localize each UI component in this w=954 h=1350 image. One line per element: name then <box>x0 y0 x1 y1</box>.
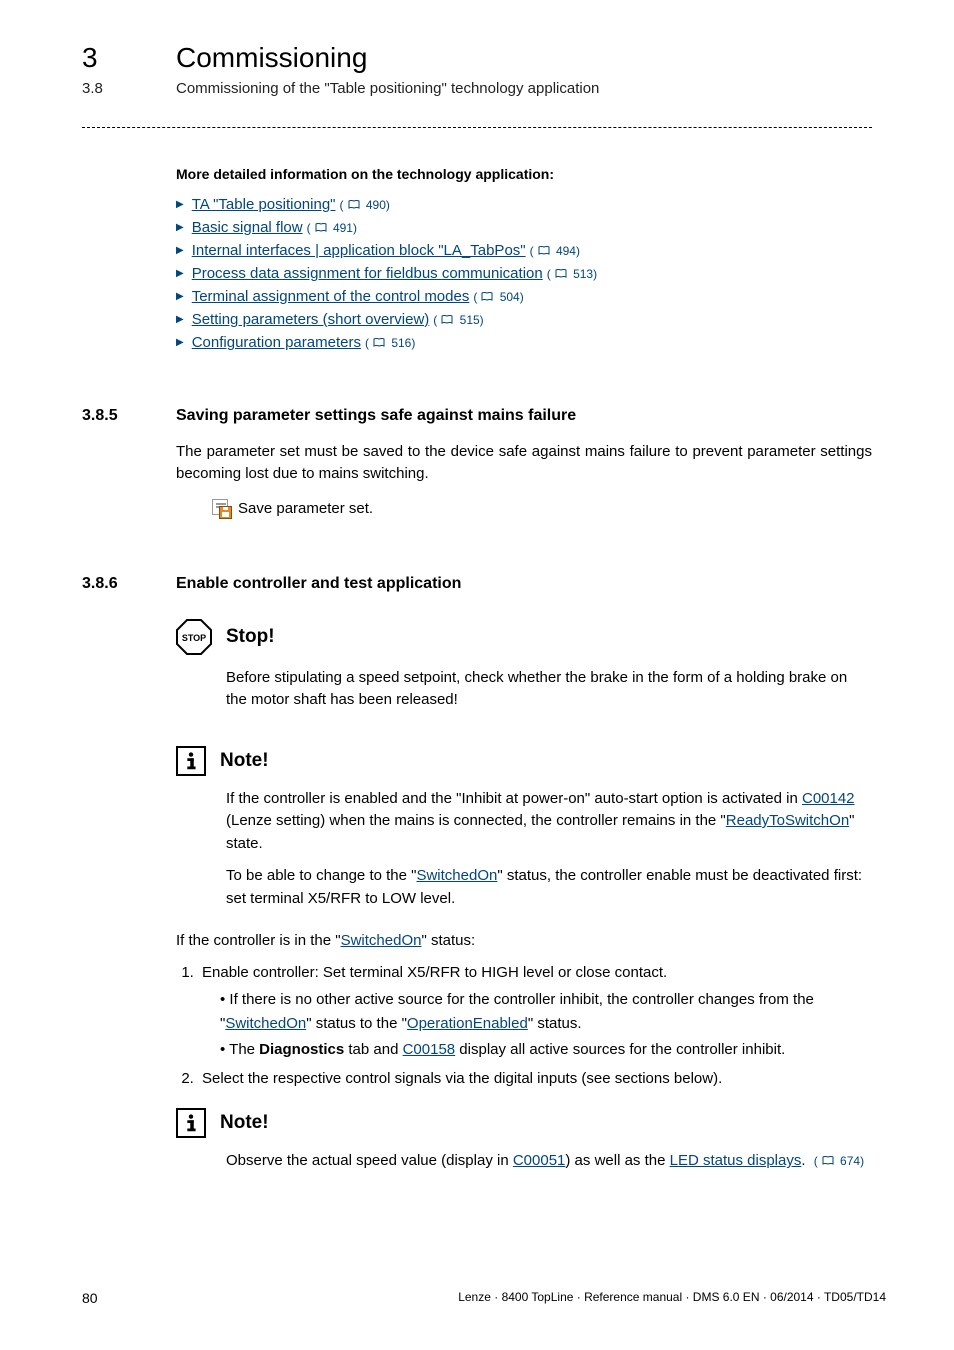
section-386-heading: 3.8.6 Enable controller and test applica… <box>82 575 872 593</box>
info-icon <box>176 746 206 776</box>
intro-heading: More detailed information on the technol… <box>176 166 872 182</box>
reference-link-item: ▶ Internal interfaces | application block… <box>176 242 872 259</box>
reference-link[interactable]: Process data assignment for fieldbus com… <box>192 265 543 282</box>
stop-callout: STOP Stop! Before stipulating a speed se… <box>176 619 872 712</box>
reference-link[interactable]: Terminal assignment of the control modes <box>192 288 470 305</box>
note2-title: Note! <box>220 1112 269 1134</box>
note1-title: Note! <box>220 750 269 772</box>
reference-link[interactable]: TA "Table positioning" <box>192 196 336 213</box>
book-icon <box>373 337 385 347</box>
reference-link-item: ▶ Setting parameters (short overview) ( 5… <box>176 311 872 328</box>
reference-link-item: ▶ Basic signal flow ( 491) <box>176 219 872 236</box>
reference-link-item: ▶ TA "Table positioning" ( 490) <box>176 196 872 213</box>
note1-paragraph2: To be able to change to the "SwitchedOn"… <box>226 865 872 910</box>
reference-link[interactable]: Setting parameters (short overview) <box>192 311 430 328</box>
note1-callout: Note! If the controller is enabled and t… <box>176 746 872 911</box>
book-icon <box>481 291 493 301</box>
step-1-bullet-2: The Diagnostics tab and C00158 display a… <box>220 1038 872 1061</box>
triangle-icon: ▶ <box>176 268 184 279</box>
save-icon <box>212 499 232 519</box>
book-icon <box>441 314 453 324</box>
divider <box>82 127 872 128</box>
page-reference: ( 516) <box>365 336 415 350</box>
section-385-title: Saving parameter settings safe against m… <box>176 407 576 425</box>
book-icon <box>348 199 360 209</box>
book-icon <box>315 222 327 232</box>
reference-link-item: ▶ Process data assignment for fieldbus co… <box>176 265 872 282</box>
page-reference: ( 515) <box>433 313 483 327</box>
chapter-heading: 3 Commissioning <box>82 42 872 74</box>
stop-title: Stop! <box>226 626 275 648</box>
book-icon <box>538 245 550 255</box>
status-line: If the controller is in the "SwitchedOn"… <box>176 932 872 949</box>
step-1-bullet-1: If there is no other active source for t… <box>220 988 872 1035</box>
page-reference: ( 491) <box>307 221 357 235</box>
info-icon <box>176 1108 206 1138</box>
triangle-icon: ▶ <box>176 222 184 233</box>
step-2: Select the respective control signals vi… <box>198 1067 872 1090</box>
link-switchedon[interactable]: SwitchedOn <box>416 867 497 884</box>
svg-text:STOP: STOP <box>182 633 206 643</box>
triangle-icon: ▶ <box>176 199 184 210</box>
link-readytoswitchon[interactable]: ReadyToSwitchOn <box>726 812 849 829</box>
procedure-steps: Enable controller: Set terminal X5/RFR t… <box>198 961 872 1090</box>
section-heading-top: 3.8 Commissioning of the "Table position… <box>82 80 872 97</box>
note2-callout: Note! Observe the actual speed value (di… <box>176 1108 872 1173</box>
triangle-icon: ▶ <box>176 291 184 302</box>
link-switchedon-2[interactable]: SwitchedOn <box>225 1015 306 1032</box>
reference-link-item: ▶ Terminal assignment of the control mode… <box>176 288 872 305</box>
section-385-heading: 3.8.5 Saving parameter settings safe aga… <box>82 407 872 425</box>
link-operationenabled[interactable]: OperationEnabled <box>407 1015 528 1032</box>
link-c00051[interactable]: C00051 <box>513 1152 566 1169</box>
footer-info: Lenze · 8400 TopLine · Reference manual … <box>458 1290 886 1306</box>
chapter-title: Commissioning <box>176 42 367 74</box>
page-reference: ( 490) <box>340 198 390 212</box>
reference-link[interactable]: Internal interfaces | application block … <box>192 242 526 259</box>
stop-icon: STOP <box>176 619 212 655</box>
section-385-number: 3.8.5 <box>82 407 176 425</box>
section-title: Commissioning of the "Table positioning"… <box>176 80 599 97</box>
section-number: 3.8 <box>82 80 176 97</box>
step-1: Enable controller: Set terminal X5/RFR t… <box>198 961 872 1061</box>
page-reference: ( 494) <box>530 244 580 258</box>
save-parameter-label: Save parameter set. <box>238 500 373 517</box>
link-switchedon-status[interactable]: SwitchedOn <box>341 932 422 949</box>
link-c00158[interactable]: C00158 <box>403 1041 456 1058</box>
save-parameter-line: Save parameter set. <box>212 499 872 519</box>
page-reference: ( 504) <box>473 290 523 304</box>
stop-body: Before stipulating a speed setpoint, che… <box>226 667 872 712</box>
reference-link-item: ▶ Configuration parameters ( 516) <box>176 334 872 351</box>
triangle-icon: ▶ <box>176 245 184 256</box>
reference-link[interactable]: Configuration parameters <box>192 334 361 351</box>
book-icon <box>822 1153 834 1163</box>
triangle-icon: ▶ <box>176 314 184 325</box>
section-386-title: Enable controller and test application <box>176 575 461 593</box>
link-led-status[interactable]: LED status displays <box>670 1152 802 1169</box>
page-number: 80 <box>82 1290 98 1306</box>
triangle-icon: ▶ <box>176 337 184 348</box>
link-c00142[interactable]: C00142 <box>802 790 855 807</box>
note2-body: Observe the actual speed value (display … <box>226 1150 872 1173</box>
page-reference: ( 513) <box>547 267 597 281</box>
book-icon <box>555 268 567 278</box>
page-footer: 80 Lenze · 8400 TopLine · Reference manu… <box>82 1290 886 1306</box>
reference-link-list: ▶ TA "Table positioning" ( 490) ▶ Basic sig… <box>176 196 872 351</box>
chapter-number: 3 <box>82 42 176 74</box>
section-386-number: 3.8.6 <box>82 575 176 593</box>
section-385-body: The parameter set must be saved to the d… <box>176 441 872 485</box>
note1-paragraph1: If the controller is enabled and the "In… <box>226 788 872 856</box>
reference-link[interactable]: Basic signal flow <box>192 219 303 236</box>
